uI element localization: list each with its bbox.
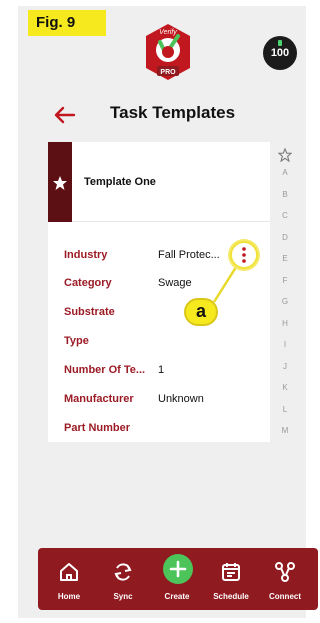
field-label: Number Of Te... [64,364,146,376]
alpha-index-letter[interactable]: L [276,405,294,414]
field-row-number-of-tests: Number Of Te... 1 [64,364,264,380]
alpha-index-letter[interactable]: C [276,211,294,220]
template-card[interactable]: Template One Industry Fall Protec... Cat… [48,142,270,442]
field-label: Substrate [64,306,115,318]
page-header: Task Templates [52,100,272,130]
alpha-index-letter[interactable]: A [276,168,294,177]
tab-schedule[interactable]: Schedule [206,548,256,610]
tab-label: Sync [113,592,133,601]
field-label: Part Number [64,422,131,434]
alpha-index-letter[interactable]: J [276,362,294,371]
alpha-index-letter[interactable]: M [276,426,294,435]
logo-text: Verify [159,29,177,36]
back-arrow-icon[interactable] [52,102,78,128]
field-value: Fall Protec... [158,249,220,261]
field-row-manufacturer: Manufacturer Unknown [64,393,264,409]
tab-home[interactable]: Home [44,548,94,610]
field-row-substrate: Substrate [64,306,264,322]
app-logo: PRO Verify [146,24,190,80]
field-label: Manufacturer [64,393,134,405]
field-label: Category [64,277,112,289]
tab-label: Connect [269,592,301,601]
field-row-part-number: Part Number [64,422,264,438]
callout-badge: a [184,298,218,326]
tab-label: Home [57,592,81,601]
alpha-index-letter[interactable]: B [276,190,294,199]
field-value: Swage [158,277,192,289]
more-options-button[interactable] [230,241,258,269]
field-row-type: Type [64,335,264,351]
score-value: 100 [270,47,290,59]
field-row-category: Category Swage [64,277,264,293]
tab-connect[interactable]: Connect [260,548,310,610]
alphabet-index[interactable]: A B C D E F G H I J K L M [276,148,294,453]
score-badge[interactable]: 100 [263,36,297,70]
plus-icon [169,560,187,578]
tab-create[interactable]: Create [152,548,202,610]
field-label: Industry [64,249,108,261]
template-card-header[interactable]: Template One [48,142,270,222]
alpha-index-letter[interactable]: E [276,254,294,263]
alpha-index-letter[interactable]: D [276,233,294,242]
tab-label: Schedule [213,592,249,601]
alpha-index-letter[interactable]: H [276,319,294,328]
star-icon[interactable] [52,175,68,191]
alpha-index-letter[interactable]: I [276,340,294,349]
create-button[interactable] [163,554,193,584]
bolt-icon [278,40,282,46]
tab-label: Create [164,592,190,601]
figure-label: Fig. 9 [28,10,106,36]
sync-icon [114,563,132,581]
home-icon [60,563,78,581]
alpha-index-letter[interactable]: F [276,276,294,285]
field-label: Type [64,335,89,347]
tab-sync[interactable]: Sync [98,548,148,610]
field-value: Unknown [158,393,204,405]
bottom-tab-bar: Home Sync Create Schedule Connect [38,548,318,610]
logo-badge: PRO [160,69,176,76]
share-icon [275,562,295,582]
vertical-dots-icon [242,247,246,263]
page-title: Task Templates [110,103,236,122]
alpha-index-letter[interactable]: G [276,297,294,306]
field-value: 1 [158,364,165,376]
template-name: Template One [84,176,156,188]
favorites-star-icon[interactable] [278,148,292,162]
alpha-index-letter[interactable]: K [276,383,294,392]
calendar-icon [222,563,240,581]
